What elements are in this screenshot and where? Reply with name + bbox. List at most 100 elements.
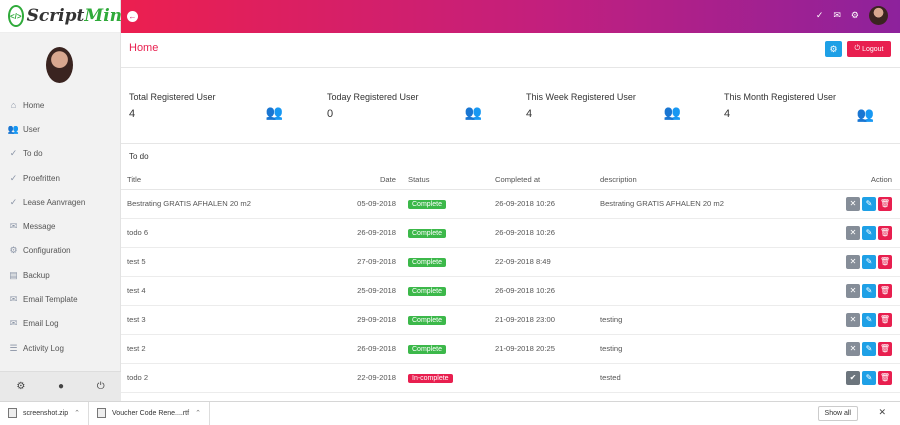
cell-title: test 2 (121, 334, 351, 364)
table-row: test 2 26-09-2018 Complete 21-09-2018 20… (121, 334, 900, 364)
sidebar-item-email-log[interactable]: ✉ Email Log (0, 312, 121, 336)
gears-icon[interactable]: ⚙ (16, 381, 25, 392)
sidebar-item-label: Email Template (23, 295, 78, 305)
edit-button[interactable]: ✎ (862, 225, 876, 240)
sidebar-item-label: Activity Log (23, 343, 64, 353)
chevron-up-icon[interactable]: ⌃ (195, 409, 201, 417)
table-row: Bestrating GRATIS AFHALEN 20 m2 05-09-20… (121, 189, 900, 219)
sidebar-item-email-template[interactable]: ✉ Email Template (0, 287, 121, 311)
delete-button[interactable]: 🗑 (878, 283, 892, 298)
status-badge: Complete (408, 344, 446, 354)
table-row: test 4 25-09-2018 Complete 26-09-2018 10… (121, 276, 900, 306)
cell-description: tested (600, 363, 800, 393)
home-icon: ⌂ (10, 100, 17, 111)
delete-button[interactable]: 🗑 (878, 312, 892, 327)
brand-logo[interactable]: </> Script Mint (0, 0, 130, 33)
table-row: test 3 29-09-2018 Complete 21-09-2018 23… (121, 305, 900, 335)
sidebar-item-user[interactable]: 👥 User (0, 117, 121, 141)
power-icon[interactable]: ⏻ (97, 381, 105, 392)
edit-button[interactable]: ✎ (862, 370, 876, 385)
close-button[interactable]: ✕ (846, 196, 860, 211)
delete-button[interactable]: 🗑 (878, 341, 892, 356)
cell-completed: 21-09-2018 20:25 (495, 334, 600, 364)
download-item-name: Voucher Code Rene....rtf (112, 409, 190, 417)
edit-button[interactable]: ✎ (862, 312, 876, 327)
file-icon (97, 408, 107, 418)
delete-button[interactable]: 🗑 (878, 254, 892, 269)
cell-date: 26-09-2018 (351, 334, 408, 364)
chevron-up-icon[interactable]: ⌃ (74, 409, 80, 417)
cell-description (600, 218, 800, 248)
download-item[interactable]: screenshot.zip ⌃ (0, 401, 90, 425)
column-header-title: Title (121, 170, 351, 190)
power-icon: ⏻ (854, 45, 861, 52)
delete-button[interactable]: 🗑 (878, 370, 892, 385)
sidebar-item-configuration[interactable]: ⚙ Configuration (0, 239, 121, 263)
top-bar-actions: ✓ ✉ ⚙ (816, 6, 888, 25)
edit-button[interactable]: ✎ (862, 254, 876, 269)
cell-date: 29-09-2018 (351, 305, 408, 335)
sidebar-nav: ⌂ Home 👥 User ✓ To do ✓ Proefritten ✓ Lease A… (0, 93, 121, 360)
settings-button[interactable]: ⚙ (825, 41, 842, 57)
sidebar-item-home[interactable]: ⌂ Home (0, 93, 121, 117)
sidebar-item-todo[interactable]: ✓ To do (0, 142, 121, 166)
logout-button[interactable]: ⏻ Logout (847, 41, 891, 57)
stats-panel: Total Registered User 4 👥 Today Register… (121, 67, 900, 144)
envelope-icon[interactable]: ✉ (833, 10, 841, 21)
status-badge: Complete (408, 315, 446, 325)
edit-button[interactable]: ✎ (862, 283, 876, 298)
close-icon[interactable]: ✕ (878, 407, 886, 418)
file-icon (8, 408, 17, 418)
sidebar-item-message[interactable]: ✉ Message (0, 214, 121, 238)
edit-button[interactable]: ✎ (862, 341, 876, 356)
sidebar-item-label: Message (23, 222, 56, 232)
downloads-bar: screenshot.zip ⌃ Voucher Code Rene....rt… (0, 401, 900, 425)
show-all-button[interactable]: Show all (817, 406, 858, 421)
envelope-icon: ✉ (9, 294, 18, 305)
sidebar: </> Script Mint ⌂ Home 👥 User ✓ To do ✓ Proef… (0, 0, 130, 401)
download-item-name: screenshot.zip (23, 409, 69, 417)
users-icon: 👥 (856, 106, 874, 122)
todo-heading: To do (129, 152, 149, 161)
top-bar: ← ✓ ✉ ⚙ (121, 0, 900, 33)
sidebar-item-label: Lease Aanvragen (23, 197, 86, 207)
cell-description (600, 276, 800, 306)
download-item[interactable]: Voucher Code Rene....rtf ⌃ (89, 401, 210, 425)
cell-title: test 5 (121, 247, 351, 277)
sidebar-item-label: User (23, 124, 40, 134)
check-circle-icon[interactable]: ✓ (816, 10, 824, 21)
users-icon: 👥 (663, 104, 681, 120)
gear-icon: ⚙ (829, 43, 838, 54)
complete-button[interactable]: ✔ (846, 370, 860, 385)
list-icon: ☰ (9, 342, 18, 353)
close-button[interactable]: ✕ (846, 312, 860, 327)
sidebar-item-lease-aanvragen[interactable]: ✓ Lease Aanvragen (0, 190, 121, 214)
avatar[interactable] (869, 6, 888, 25)
close-button[interactable]: ✕ (846, 341, 860, 356)
logout-label: Logout (862, 45, 884, 53)
database-icon: ▤ (9, 269, 18, 280)
close-button[interactable]: ✕ (846, 254, 860, 269)
avatar[interactable] (46, 47, 73, 83)
cell-title: test 4 (121, 276, 351, 306)
edit-button[interactable]: ✎ (862, 196, 876, 211)
close-button[interactable]: ✕ (846, 283, 860, 298)
column-header-description: description (600, 170, 800, 190)
gears-icon[interactable]: ⚙ (851, 10, 859, 21)
delete-button[interactable]: 🗑 (878, 225, 892, 240)
table-row: todo 6 26-09-2018 Complete 26-09-2018 10… (121, 218, 900, 248)
status-badge: Complete (408, 199, 446, 209)
status-badge: Complete (408, 257, 446, 267)
stat-label: Today Registered User (327, 92, 419, 102)
close-button[interactable]: ✕ (846, 225, 860, 240)
sidebar-item-label: Backup (23, 270, 50, 280)
sidebar-item-activity-log[interactable]: ☰ Activity Log (0, 336, 121, 360)
gears-icon: ⚙ (9, 245, 18, 256)
user-icon[interactable]: ● (58, 381, 64, 392)
sidebar-item-backup[interactable]: ▤ Backup (0, 263, 121, 287)
users-icon: 👥 (265, 104, 283, 120)
delete-button[interactable]: 🗑 (878, 196, 892, 211)
sidebar-item-proefritten[interactable]: ✓ Proefritten (0, 166, 121, 190)
stat-label: This Month Registered User (724, 92, 837, 102)
sidebar-toggle-icon[interactable]: ← (127, 11, 138, 22)
